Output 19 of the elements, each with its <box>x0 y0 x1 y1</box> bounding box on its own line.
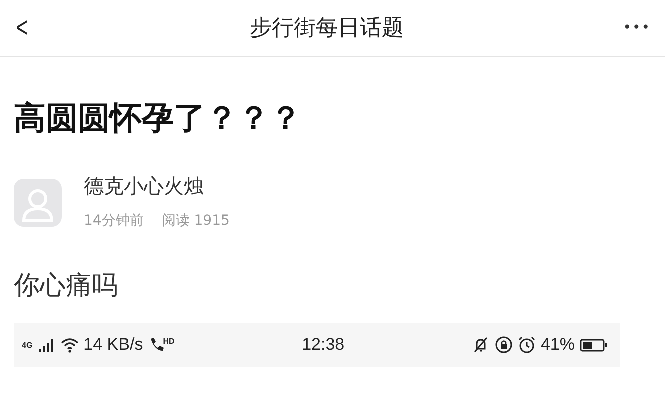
wifi-icon <box>60 336 79 354</box>
clock: 12:38 <box>302 335 345 355</box>
more-button[interactable]: ••• <box>623 20 651 36</box>
battery-percent: 41% <box>540 335 575 355</box>
post-time: 14分钟前 <box>84 212 144 230</box>
author-name[interactable]: 德克小心火烛 <box>84 173 230 200</box>
post-title: 高圆圆怀孕了？？？ <box>14 98 303 139</box>
avatar-icon[interactable] <box>14 179 62 227</box>
post-body: 你心痛吗 <box>14 270 119 303</box>
page-title: 步行街每日话题 <box>250 15 404 43</box>
view-count: 阅读 1915 <box>162 212 230 230</box>
signal-icon <box>38 336 56 354</box>
alarm-icon <box>518 336 536 354</box>
network-type: 4G <box>22 340 33 350</box>
back-button[interactable]: < <box>16 12 28 44</box>
network-speed: 14 KB/s <box>84 335 144 355</box>
muted-bell-icon <box>472 336 490 354</box>
hd-label: HD <box>163 336 175 346</box>
rotation-lock-icon <box>494 336 513 354</box>
